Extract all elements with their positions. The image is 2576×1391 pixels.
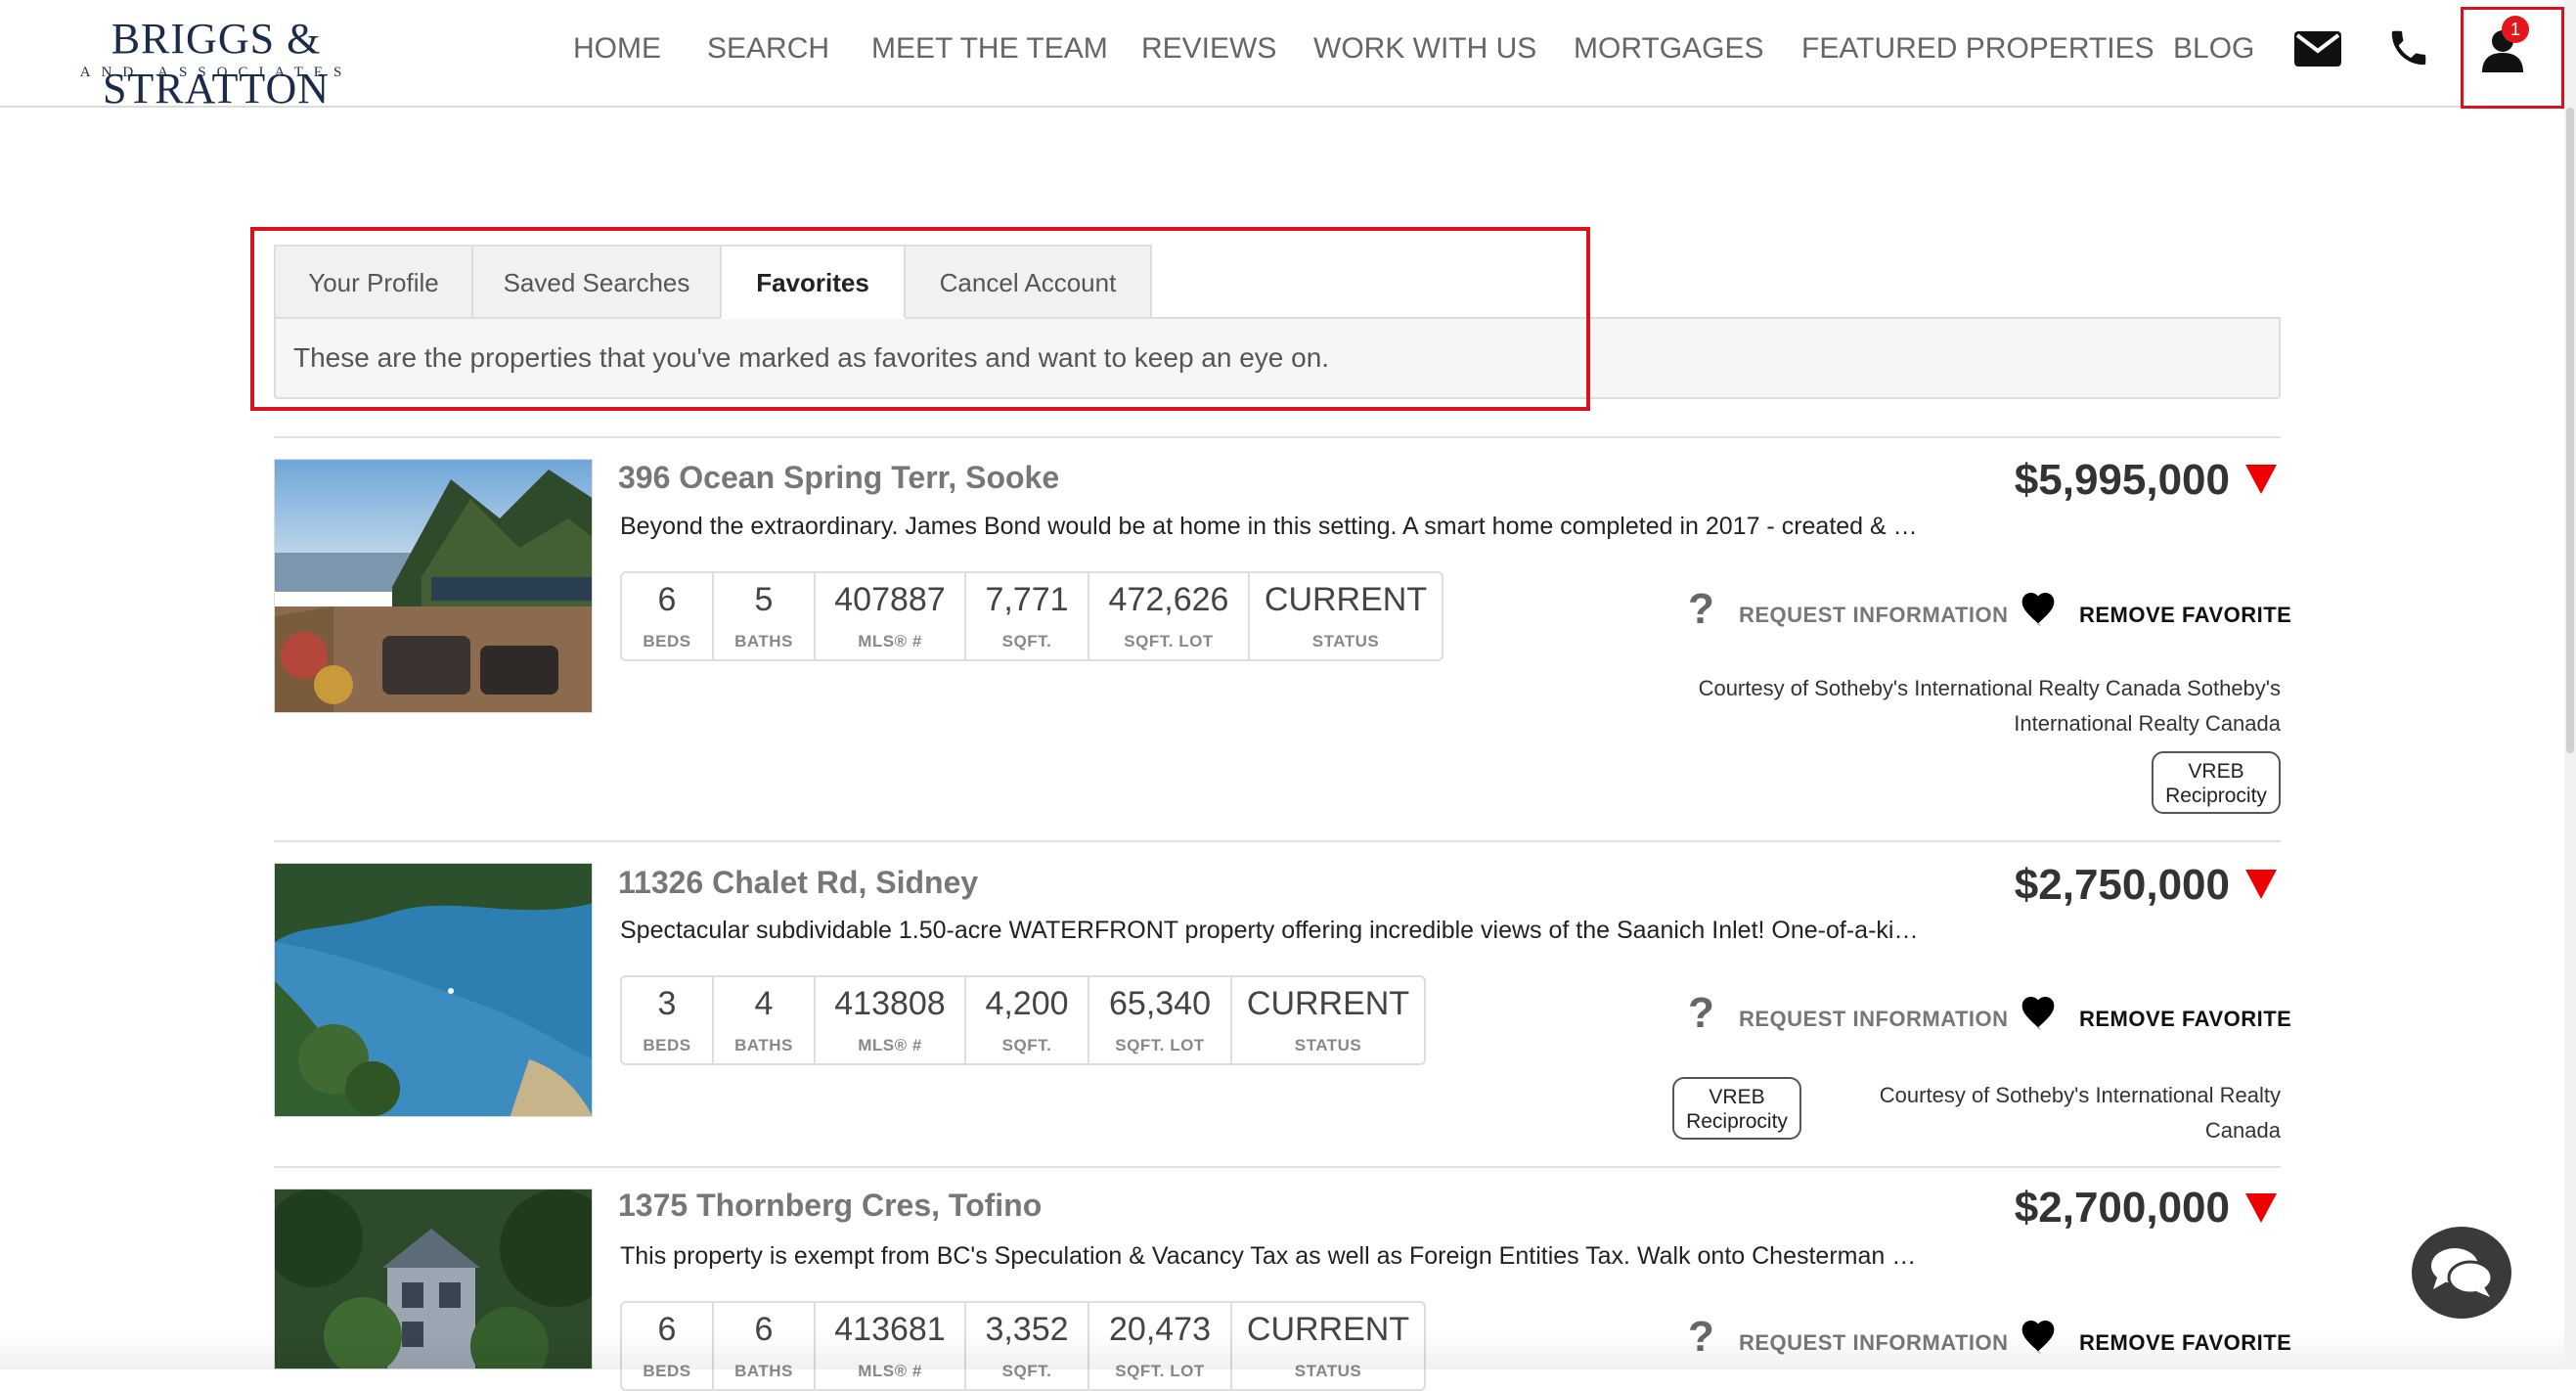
tab-your-profile[interactable]: Your Profile <box>274 245 473 319</box>
price-drop-icon <box>2245 1193 2277 1223</box>
tab-saved-searches[interactable]: Saved Searches <box>471 245 722 319</box>
listing-price: $5,995,000 <box>2014 456 2230 504</box>
bottom-fade <box>0 1332 2576 1369</box>
listing-description: Spectacular subdividable 1.50-acre WATER… <box>620 917 1919 944</box>
listing-photo[interactable] <box>274 863 593 1117</box>
request-information-button[interactable]: REQUEST INFORMATION <box>1739 603 2009 628</box>
tab-favorites[interactable]: Favorites <box>720 245 906 319</box>
question-icon[interactable]: ? <box>1688 585 1714 634</box>
stat-beds: 3 BEDS <box>622 977 714 1063</box>
vreb-reciprocity-logo: VREB Reciprocity <box>2152 751 2281 814</box>
nav-work-with-us[interactable]: WORK WITH US <box>1313 32 1536 66</box>
nav-blog[interactable]: BLOG <box>2173 32 2254 66</box>
listing-address[interactable]: 11326 Chalet Rd, Sidney <box>618 865 978 901</box>
site-logo[interactable]: BRIGGS & STRATTON AND ASSOCIATES <box>35 14 397 112</box>
remove-favorite-button[interactable]: REMOVE FAVORITE <box>2079 603 2291 628</box>
phone-icon[interactable] <box>2386 25 2431 70</box>
request-information-button[interactable]: REQUEST INFORMATION <box>1739 1007 2009 1032</box>
remove-favorite-button[interactable]: REMOVE FAVORITE <box>2079 1007 2291 1032</box>
stat-baths: 5 BATHS <box>714 573 816 659</box>
nav-reviews[interactable]: REVIEWS <box>1141 32 1276 66</box>
tab-description: These are the properties that you've mar… <box>293 342 1330 373</box>
nav-featured-properties[interactable]: FEATURED PROPERTIES <box>1801 32 2154 66</box>
listing-price: $2,700,000 <box>2014 1184 2230 1232</box>
tab-cancel-account[interactable]: Cancel Account <box>904 245 1152 319</box>
listing-courtesy: Courtesy of Sotheby's International Real… <box>1698 676 2281 736</box>
chat-button[interactable] <box>2412 1227 2511 1319</box>
price-drop-icon <box>2245 465 2277 494</box>
stat-sqft: 4,200 SQFT. <box>966 977 1089 1063</box>
logo-tagline: AND ASSOCIATES <box>79 65 353 80</box>
vreb-reciprocity-logo: VREB Reciprocity <box>1672 1077 1801 1140</box>
listing-stats: 6 BEDS 5 BATHS 407887 MLS® # 7,771 SQFT. 472… <box>620 571 1443 661</box>
site-header: BRIGGS & STRATTON AND ASSOCIATES HOME SE… <box>0 0 2576 112</box>
divider <box>274 436 2281 438</box>
stat-sqft: 7,771 SQFT. <box>966 573 1089 659</box>
notification-badge: 1 <box>2502 16 2529 43</box>
stat-beds: 6 BEDS <box>622 573 714 659</box>
nav-meet-the-team[interactable]: MEET THE TEAM <box>871 32 1108 66</box>
nav-search[interactable]: SEARCH <box>707 32 829 66</box>
price-drop-icon <box>2245 870 2277 899</box>
listing-address[interactable]: 396 Ocean Spring Terr, Sooke <box>618 460 1059 496</box>
nav-mortgages[interactable]: MORTGAGES <box>1574 32 1763 66</box>
listing-stats: 3 BEDS 4 BATHS 413808 MLS® # 4,200 SQFT. 65,… <box>620 975 1426 1065</box>
listing-price: $2,750,000 <box>2014 861 2230 909</box>
heart-icon[interactable] <box>2019 593 2058 628</box>
divider <box>274 1166 2281 1168</box>
listing-photo[interactable] <box>274 459 593 713</box>
stat-mls: 413808 MLS® # <box>816 977 966 1063</box>
question-icon[interactable]: ? <box>1688 989 1714 1038</box>
logo-wordmark: BRIGGS & STRATTON <box>102 15 331 112</box>
listing-description: This property is exempt from BC's Specul… <box>620 1242 1917 1270</box>
stat-status: CURRENT STATUS <box>1246 985 1410 1054</box>
listing-address[interactable]: 1375 Thornberg Cres, Tofino <box>618 1188 1042 1224</box>
stat-mls: 407887 MLS® # <box>816 573 966 659</box>
stat-lot: 65,340 SQFT. LOT <box>1089 977 1232 1063</box>
heart-icon[interactable] <box>2019 997 2058 1032</box>
divider <box>274 840 2281 842</box>
stat-baths: 4 BATHS <box>714 977 816 1063</box>
tab-panel: These are the properties that you've mar… <box>274 317 2281 399</box>
listing-courtesy: Courtesy of Sotheby's International Real… <box>1879 1083 2281 1143</box>
listing-description: Beyond the extraordinary. James Bond wou… <box>620 513 1918 540</box>
chat-bubbles-icon <box>2431 1248 2494 1297</box>
nav-home[interactable]: HOME <box>573 32 661 66</box>
envelope-icon[interactable] <box>2294 31 2341 67</box>
stat-lot: 472,626 SQFT. LOT <box>1089 573 1250 659</box>
stat-status: CURRENT STATUS <box>1264 581 1428 651</box>
scrollbar-thumb[interactable] <box>2566 108 2574 753</box>
